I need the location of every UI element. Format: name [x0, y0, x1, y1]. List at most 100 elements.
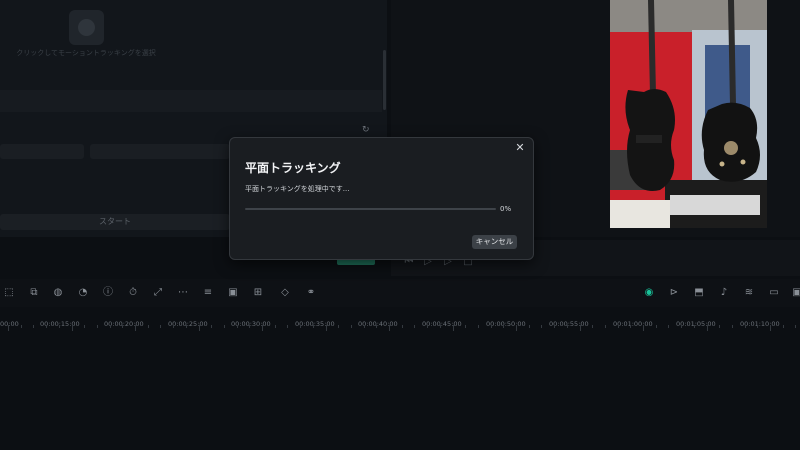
ruler-timestamp: 00:00:50:00	[486, 320, 526, 328]
ruler-timestamp: 00:01:10:00	[740, 320, 780, 328]
ruler-tick	[693, 325, 695, 328]
reset-icon[interactable]: ↻	[362, 125, 372, 135]
ruler-tick	[452, 325, 454, 331]
ruler-tick	[719, 325, 721, 328]
ruler-tick	[236, 325, 238, 328]
group-icon[interactable]: ⊞	[251, 286, 265, 300]
ruler-tick	[757, 325, 759, 328]
ruler-tick	[477, 325, 479, 328]
left-panel-row	[0, 90, 382, 112]
ruler-tick	[770, 325, 771, 331]
speed-icon[interactable]: ◔	[76, 286, 90, 300]
motion-track-thumbnail[interactable]	[69, 10, 104, 45]
ruler-tick	[46, 325, 48, 328]
ruler-tick	[312, 325, 314, 328]
ruler-tick	[655, 325, 657, 328]
ruler-tick	[503, 325, 505, 328]
ruler-tick	[630, 325, 632, 328]
ruler-tick	[8, 325, 9, 331]
ruler-tick	[96, 325, 98, 328]
ruler-tick	[20, 325, 22, 328]
ruler-tick	[668, 325, 670, 328]
ruler-tick	[401, 325, 403, 328]
ruler-tick	[33, 325, 35, 328]
ruler-tick	[706, 325, 708, 331]
ruler-tick	[376, 325, 378, 328]
split-icon[interactable]: ⋯	[176, 286, 190, 300]
ai-mode-icon[interactable]: ◉	[642, 286, 656, 300]
ruler-tick	[389, 325, 390, 331]
parameter-field-1[interactable]	[0, 144, 84, 159]
picture-in-picture-icon[interactable]: ▭	[767, 286, 781, 300]
dialog-message: 平面トラッキングを処理中です...	[245, 185, 350, 193]
ruler-tick	[782, 325, 784, 328]
ruler-tick	[566, 325, 568, 328]
timer-icon[interactable]: ⏱	[126, 286, 140, 300]
adjust-icon[interactable]: ≡	[201, 286, 215, 300]
ruler-tick	[414, 325, 416, 328]
ruler-tick	[185, 325, 187, 328]
ai-edit-icon[interactable]: ⧉	[27, 286, 41, 300]
audio-icon[interactable]: ≋	[742, 286, 756, 300]
ruler-tick	[287, 325, 289, 328]
ruler-tick	[744, 325, 746, 328]
ruler-tick	[439, 325, 441, 328]
crop-icon[interactable]: ⬚	[2, 286, 16, 300]
microphone-icon[interactable]: ♪	[717, 286, 731, 300]
ruler-tick	[198, 325, 200, 331]
ruler-tick	[160, 325, 162, 328]
ruler-tick	[554, 325, 556, 328]
ruler-tick	[490, 325, 492, 328]
ruler-tick	[795, 325, 797, 328]
keyframe-icon[interactable]: ◇	[278, 286, 292, 300]
more-icon[interactable]: ▣	[790, 286, 800, 300]
unlink-icon[interactable]: ⚭	[304, 286, 318, 300]
marker-icon[interactable]: ⬒	[692, 286, 706, 300]
ruler-tick	[350, 325, 352, 328]
motion-track-hint: クリックしてモーショントラッキングを選択	[16, 49, 156, 57]
ruler-tick	[516, 325, 517, 331]
start-button[interactable]: スタート	[0, 214, 230, 230]
ruler-timestamp: 00:00	[0, 320, 19, 328]
progress-bar	[245, 208, 496, 210]
scene-icon[interactable]: ▣	[226, 286, 240, 300]
ruler-timestamp: 00:01:00:00	[613, 320, 653, 328]
ruler-tick	[71, 325, 73, 331]
ruler-tick	[135, 325, 136, 331]
cancel-button[interactable]: キャンセル	[472, 235, 517, 249]
ruler-tick	[300, 325, 302, 328]
ruler-tick	[147, 325, 149, 328]
dialog-title: 平面トラッキング	[245, 161, 341, 175]
fit-icon[interactable]: ⤢	[151, 286, 165, 300]
ruler-tick	[731, 325, 733, 328]
parameter-field-2[interactable]	[90, 144, 230, 159]
ruler-tick	[604, 325, 606, 328]
ruler-tick	[579, 325, 581, 331]
ruler-tick	[122, 325, 124, 328]
ruler-tick	[465, 325, 467, 328]
ruler-tick	[58, 325, 60, 328]
color-icon[interactable]: ◍	[51, 286, 65, 300]
ruler-tick	[173, 325, 175, 328]
ruler-tick	[211, 325, 213, 328]
ruler-tick	[617, 325, 619, 328]
left-panel-scrollbar[interactable]	[383, 50, 386, 110]
ruler-tick	[528, 325, 530, 328]
ruler-tick	[249, 325, 251, 328]
render-icon[interactable]: ⊳	[667, 286, 681, 300]
ruler-tick	[262, 325, 263, 331]
ruler-tick	[274, 325, 276, 328]
ruler-tick	[223, 325, 225, 328]
ruler-tick	[109, 325, 111, 328]
ruler-tick	[681, 325, 683, 328]
progress-percent: 0%	[500, 205, 512, 213]
ruler-tick	[84, 325, 86, 328]
video-preview	[610, 0, 767, 228]
text-icon[interactable]: ⓘ	[101, 286, 115, 300]
close-icon[interactable]: ✕	[514, 142, 526, 154]
ruler-tick	[325, 325, 327, 331]
ruler-tick	[427, 325, 429, 328]
ruler-tick	[592, 325, 594, 328]
ruler-tick	[541, 325, 543, 328]
ruler-tick	[363, 325, 365, 328]
